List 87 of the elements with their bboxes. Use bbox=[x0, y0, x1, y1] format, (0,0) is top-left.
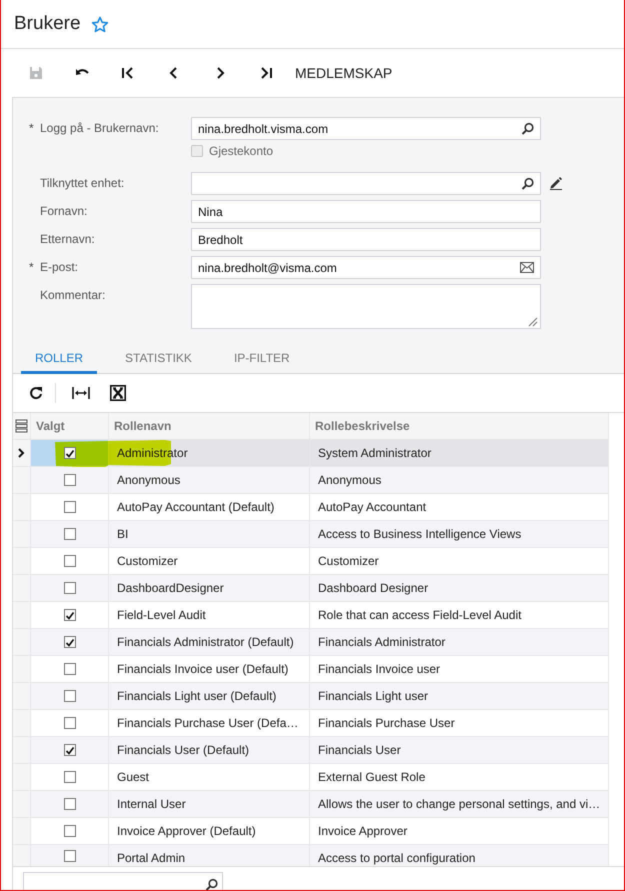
role-checkbox[interactable] bbox=[64, 771, 76, 783]
table-cell: Access to portal configuration bbox=[310, 845, 609, 866]
search-icon[interactable] bbox=[521, 122, 534, 135]
column-header[interactable]: Rollenavn bbox=[109, 413, 310, 440]
row-header-cell[interactable] bbox=[13, 656, 31, 683]
column-header[interactable]: Rollebeskrivelse bbox=[310, 413, 609, 440]
table-cell: Allows the user to change personal settings, and vi… bbox=[310, 791, 609, 818]
column-header[interactable]: Valgt bbox=[31, 413, 109, 440]
role-checkbox[interactable] bbox=[64, 555, 76, 567]
field-label: Tilknyttet enhet: bbox=[40, 176, 124, 190]
last-page-icon bbox=[259, 66, 273, 80]
row-header-cell[interactable] bbox=[13, 494, 31, 521]
star-icon[interactable] bbox=[90, 16, 109, 32]
table-cell: DashboardDesigner bbox=[109, 575, 310, 602]
fit-columns-icon bbox=[72, 386, 90, 400]
page-title: Brukere bbox=[14, 13, 81, 35]
role-checkbox[interactable] bbox=[64, 474, 76, 486]
table-cell: Financials Light user (Default) bbox=[109, 683, 310, 710]
role-checkbox[interactable] bbox=[64, 663, 76, 675]
refresh-icon bbox=[29, 386, 43, 400]
tab[interactable]: ROLLER bbox=[21, 346, 98, 374]
pencil-icon[interactable] bbox=[549, 176, 563, 190]
resize-grip-icon[interactable] bbox=[528, 317, 538, 327]
spreadsheet-x-icon bbox=[110, 385, 126, 401]
row-header-cell[interactable] bbox=[13, 575, 31, 602]
search-icon[interactable] bbox=[521, 177, 534, 190]
role-checkbox[interactable] bbox=[64, 798, 76, 810]
lookup-field[interactable] bbox=[191, 172, 541, 195]
role-checkbox[interactable] bbox=[64, 528, 76, 540]
text-field[interactable]: Nina bbox=[191, 200, 541, 223]
field-label: Etternavn: bbox=[40, 232, 95, 246]
table-cell: Financials User bbox=[310, 737, 609, 764]
tab[interactable]: STATISTIKK bbox=[111, 346, 206, 374]
row-header-cell[interactable] bbox=[13, 440, 31, 467]
table-cell: Anonymous bbox=[310, 467, 609, 494]
row-header-cell[interactable] bbox=[13, 845, 31, 866]
row-header-cell[interactable] bbox=[13, 683, 31, 710]
table-cell: Anonymous bbox=[109, 467, 310, 494]
row-header-cell[interactable] bbox=[13, 710, 31, 737]
table-cell: Financials Administrator bbox=[310, 629, 609, 656]
email-field[interactable]: nina.bredholt@visma.com bbox=[191, 256, 541, 279]
row-header-cell[interactable] bbox=[13, 629, 31, 656]
checkbox-label: Gjestekonto bbox=[209, 144, 274, 158]
row-header-cell[interactable] bbox=[13, 548, 31, 575]
field-label: Logg på - Brukernavn: bbox=[40, 121, 159, 135]
role-checkbox[interactable] bbox=[64, 850, 76, 862]
role-checkbox[interactable] bbox=[64, 825, 76, 837]
field-label: E-post: bbox=[40, 260, 78, 274]
row-header-cell[interactable] bbox=[13, 818, 31, 845]
field-label: Fornavn: bbox=[40, 204, 88, 218]
table-cell: Access to Business Intelligence Views bbox=[310, 521, 609, 548]
column-chooser-icon[interactable] bbox=[15, 419, 28, 433]
comment-field[interactable] bbox=[191, 284, 541, 329]
membership-button[interactable]: MEDLEMSKAP bbox=[295, 59, 392, 87]
lookup-field[interactable]: nina.bredholt.visma.com bbox=[191, 117, 541, 140]
row-header-cell[interactable] bbox=[13, 764, 31, 791]
role-checkbox[interactable] bbox=[64, 582, 76, 594]
envelope-icon[interactable] bbox=[520, 262, 534, 273]
row-header-cell[interactable] bbox=[13, 602, 31, 629]
role-checkbox[interactable] bbox=[64, 609, 76, 621]
text-field[interactable]: Bredholt bbox=[191, 228, 541, 251]
field-label: Kommentar: bbox=[40, 288, 106, 302]
row-header-cell[interactable] bbox=[13, 467, 31, 494]
search-field[interactable] bbox=[23, 872, 223, 890]
row-header-cell[interactable] bbox=[13, 791, 31, 818]
table-cell: Financials Light user bbox=[310, 683, 609, 710]
required-mark: * bbox=[29, 260, 35, 274]
table-cell: Financials Administrator (Default) bbox=[109, 629, 310, 656]
current-row-icon bbox=[18, 448, 25, 458]
table-cell: BI bbox=[109, 521, 310, 548]
table-cell: Financials User (Default) bbox=[109, 737, 310, 764]
search-icon bbox=[205, 878, 218, 890]
role-checkbox[interactable] bbox=[64, 690, 76, 702]
role-checkbox[interactable] bbox=[64, 717, 76, 729]
first-page-icon bbox=[121, 66, 135, 80]
tab[interactable]: IP-FILTER bbox=[220, 346, 304, 374]
role-checkbox[interactable] bbox=[64, 501, 76, 513]
role-checkbox[interactable] bbox=[64, 744, 76, 756]
table-cell: Portal Admin bbox=[109, 845, 310, 866]
row-header-cell[interactable] bbox=[13, 521, 31, 548]
table-cell: Dashboard Designer bbox=[310, 575, 609, 602]
row-header-cell[interactable] bbox=[13, 737, 31, 764]
table-cell: System Administrator bbox=[310, 440, 609, 467]
role-checkbox[interactable] bbox=[64, 636, 76, 648]
required-mark: * bbox=[29, 121, 35, 135]
table-cell: Internal User bbox=[109, 791, 310, 818]
role-checkbox[interactable] bbox=[64, 447, 76, 459]
